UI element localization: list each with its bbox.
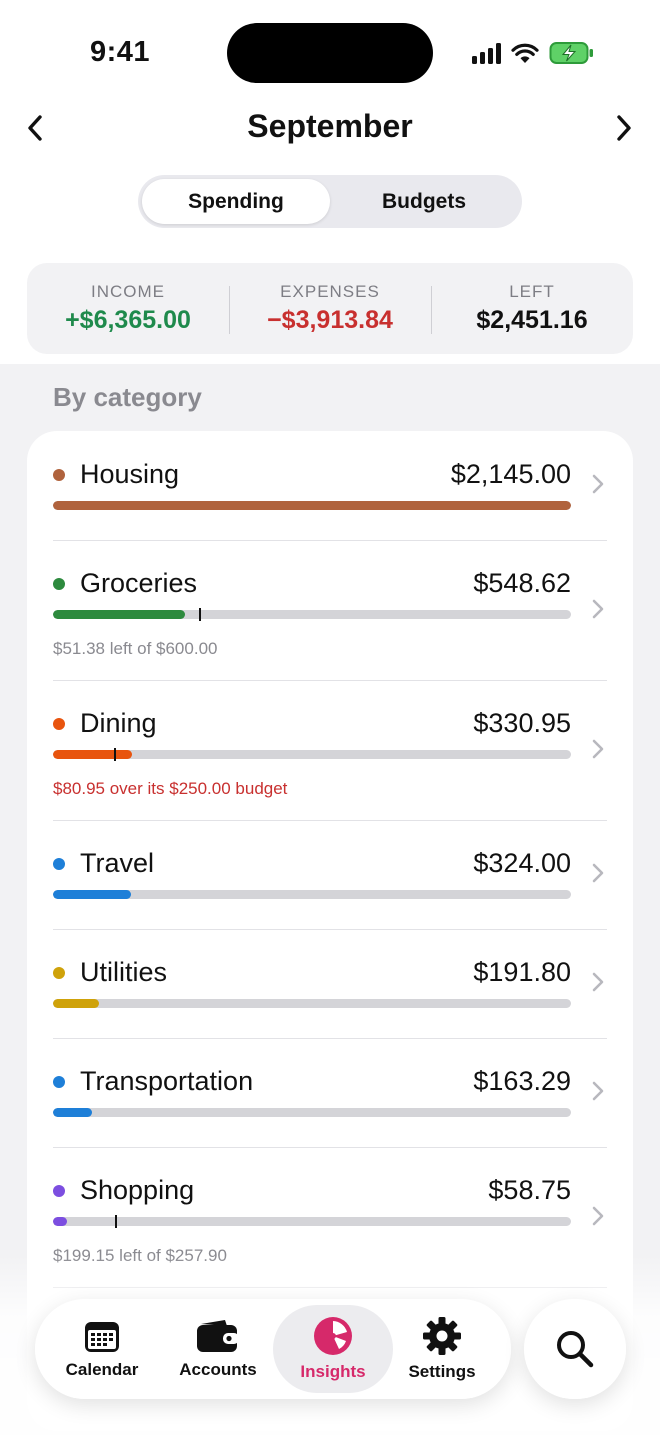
category-progress-track: [53, 999, 571, 1008]
pie-chart-icon: [314, 1317, 352, 1355]
expenses-label: EXPENSES: [280, 282, 380, 301]
chevron-right-icon: [592, 1206, 604, 1226]
category-color-dot: [53, 1185, 65, 1197]
chevron-right-icon: [592, 599, 604, 619]
category-progress-track: [53, 610, 571, 619]
category-row[interactable]: Travel $324.00: [27, 820, 633, 929]
battery-charging-icon: [549, 42, 593, 64]
category-color-dot: [53, 578, 65, 590]
tab-settings-label: Settings: [408, 1362, 476, 1381]
category-progress-fill: [53, 1217, 67, 1226]
status-time: 9:41: [90, 36, 151, 68]
category-amount: $330.95: [473, 708, 571, 738]
tab-accounts[interactable]: Accounts: [163, 1305, 273, 1393]
tab-accounts-label: Accounts: [179, 1360, 257, 1379]
budget-note: $80.95 over its $250.00 budget: [53, 779, 288, 798]
category-color-dot: [53, 469, 65, 481]
budget-marker: [114, 748, 116, 761]
calendar-icon: [85, 1322, 119, 1352]
category-progress-fill: [53, 890, 131, 899]
left-value: $2,451.16: [476, 306, 588, 334]
category-amount: $324.00: [473, 848, 571, 878]
expenses-summary: EXPENSES −$3,913.84: [229, 282, 431, 335]
expenses-value: −$3,913.84: [267, 306, 393, 334]
search-button[interactable]: [524, 1299, 626, 1399]
month-summary: INCOME +$6,365.00 EXPENSES −$3,913.84 LE…: [27, 263, 633, 354]
left-label: LEFT: [509, 282, 555, 301]
budget-marker: [115, 1215, 117, 1228]
wallet-icon: [197, 1320, 239, 1352]
wifi-icon: [511, 43, 539, 63]
chevron-right-icon: [592, 739, 604, 759]
chevron-right-icon: [592, 474, 604, 494]
search-icon: [557, 1331, 594, 1368]
income-summary: INCOME +$6,365.00: [27, 282, 229, 335]
category-color-dot: [53, 718, 65, 730]
tab-insights[interactable]: Insights: [273, 1305, 393, 1393]
budget-marker: [199, 608, 201, 621]
category-name: Housing: [80, 459, 180, 489]
category-amount: $2,145.00: [450, 459, 571, 489]
budget-note: $51.38 left of $600.00: [53, 639, 218, 658]
category-progress-fill: [53, 750, 132, 759]
category-name: Transportation: [80, 1066, 254, 1096]
category-progress-fill: [53, 999, 99, 1008]
category-progress-track: [53, 890, 571, 899]
chevron-right-icon: [617, 115, 631, 141]
category-progress-track: [53, 750, 571, 759]
category-progress-track: [53, 501, 571, 510]
tab-calendar-label: Calendar: [65, 1360, 139, 1379]
category-amount: $163.29: [473, 1066, 571, 1096]
category-name: Dining: [80, 708, 157, 738]
category-row[interactable]: Dining $330.95 $80.95 over its $250.00 bud…: [27, 680, 633, 820]
segment-spending[interactable]: Spending: [142, 179, 330, 224]
chevron-right-icon: [592, 972, 604, 992]
tab-settings[interactable]: Settings: [393, 1305, 491, 1393]
category-row[interactable]: Groceries $548.62 $51.38 left of $600.00: [27, 540, 633, 680]
income-label: INCOME: [91, 282, 165, 301]
category-progress-fill: [53, 1108, 92, 1117]
status-icons: [472, 40, 595, 66]
category-row[interactable]: Transportation $163.29: [27, 1038, 633, 1147]
category-progress-track: [53, 1108, 571, 1117]
category-name: Shopping: [80, 1175, 195, 1205]
category-color-dot: [53, 858, 65, 870]
segment-budgets[interactable]: Budgets: [330, 179, 518, 224]
cellular-signal-icon: [472, 42, 501, 64]
page-title: September: [247, 108, 413, 144]
chevron-right-icon: [592, 1081, 604, 1101]
header-area: 9:41 September Spending Budgets INCOME +…: [0, 0, 660, 364]
category-progress-track: [53, 1217, 571, 1226]
category-color-dot: [53, 1076, 65, 1088]
category-amount: $548.62: [473, 568, 571, 598]
tab-calendar[interactable]: Calendar: [41, 1305, 163, 1393]
tab-insights-label: Insights: [300, 1362, 366, 1381]
income-value: +$6,365.00: [65, 306, 191, 334]
category-name: Travel: [80, 848, 155, 878]
category-row[interactable]: Utilities $191.80: [27, 929, 633, 1038]
category-amount: $58.75: [488, 1175, 571, 1205]
left-summary: LEFT $2,451.16: [431, 282, 633, 335]
category-progress-fill: [53, 501, 571, 510]
category-color-dot: [53, 967, 65, 979]
section-title: By category: [53, 382, 202, 412]
category-amount: $191.80: [473, 957, 571, 987]
next-month-button[interactable]: [606, 110, 642, 146]
category-row[interactable]: Housing $2,145.00: [27, 431, 633, 540]
dynamic-island: [227, 23, 433, 83]
tab-bar: Calendar Accounts Insights Settings: [35, 1299, 511, 1399]
category-progress-fill: [53, 610, 185, 619]
category-name: Groceries: [80, 568, 198, 598]
view-segmented-control: Spending Budgets: [138, 175, 522, 228]
chevron-right-icon: [592, 863, 604, 883]
gear-icon: [423, 1317, 461, 1355]
category-name: Utilities: [80, 957, 168, 987]
